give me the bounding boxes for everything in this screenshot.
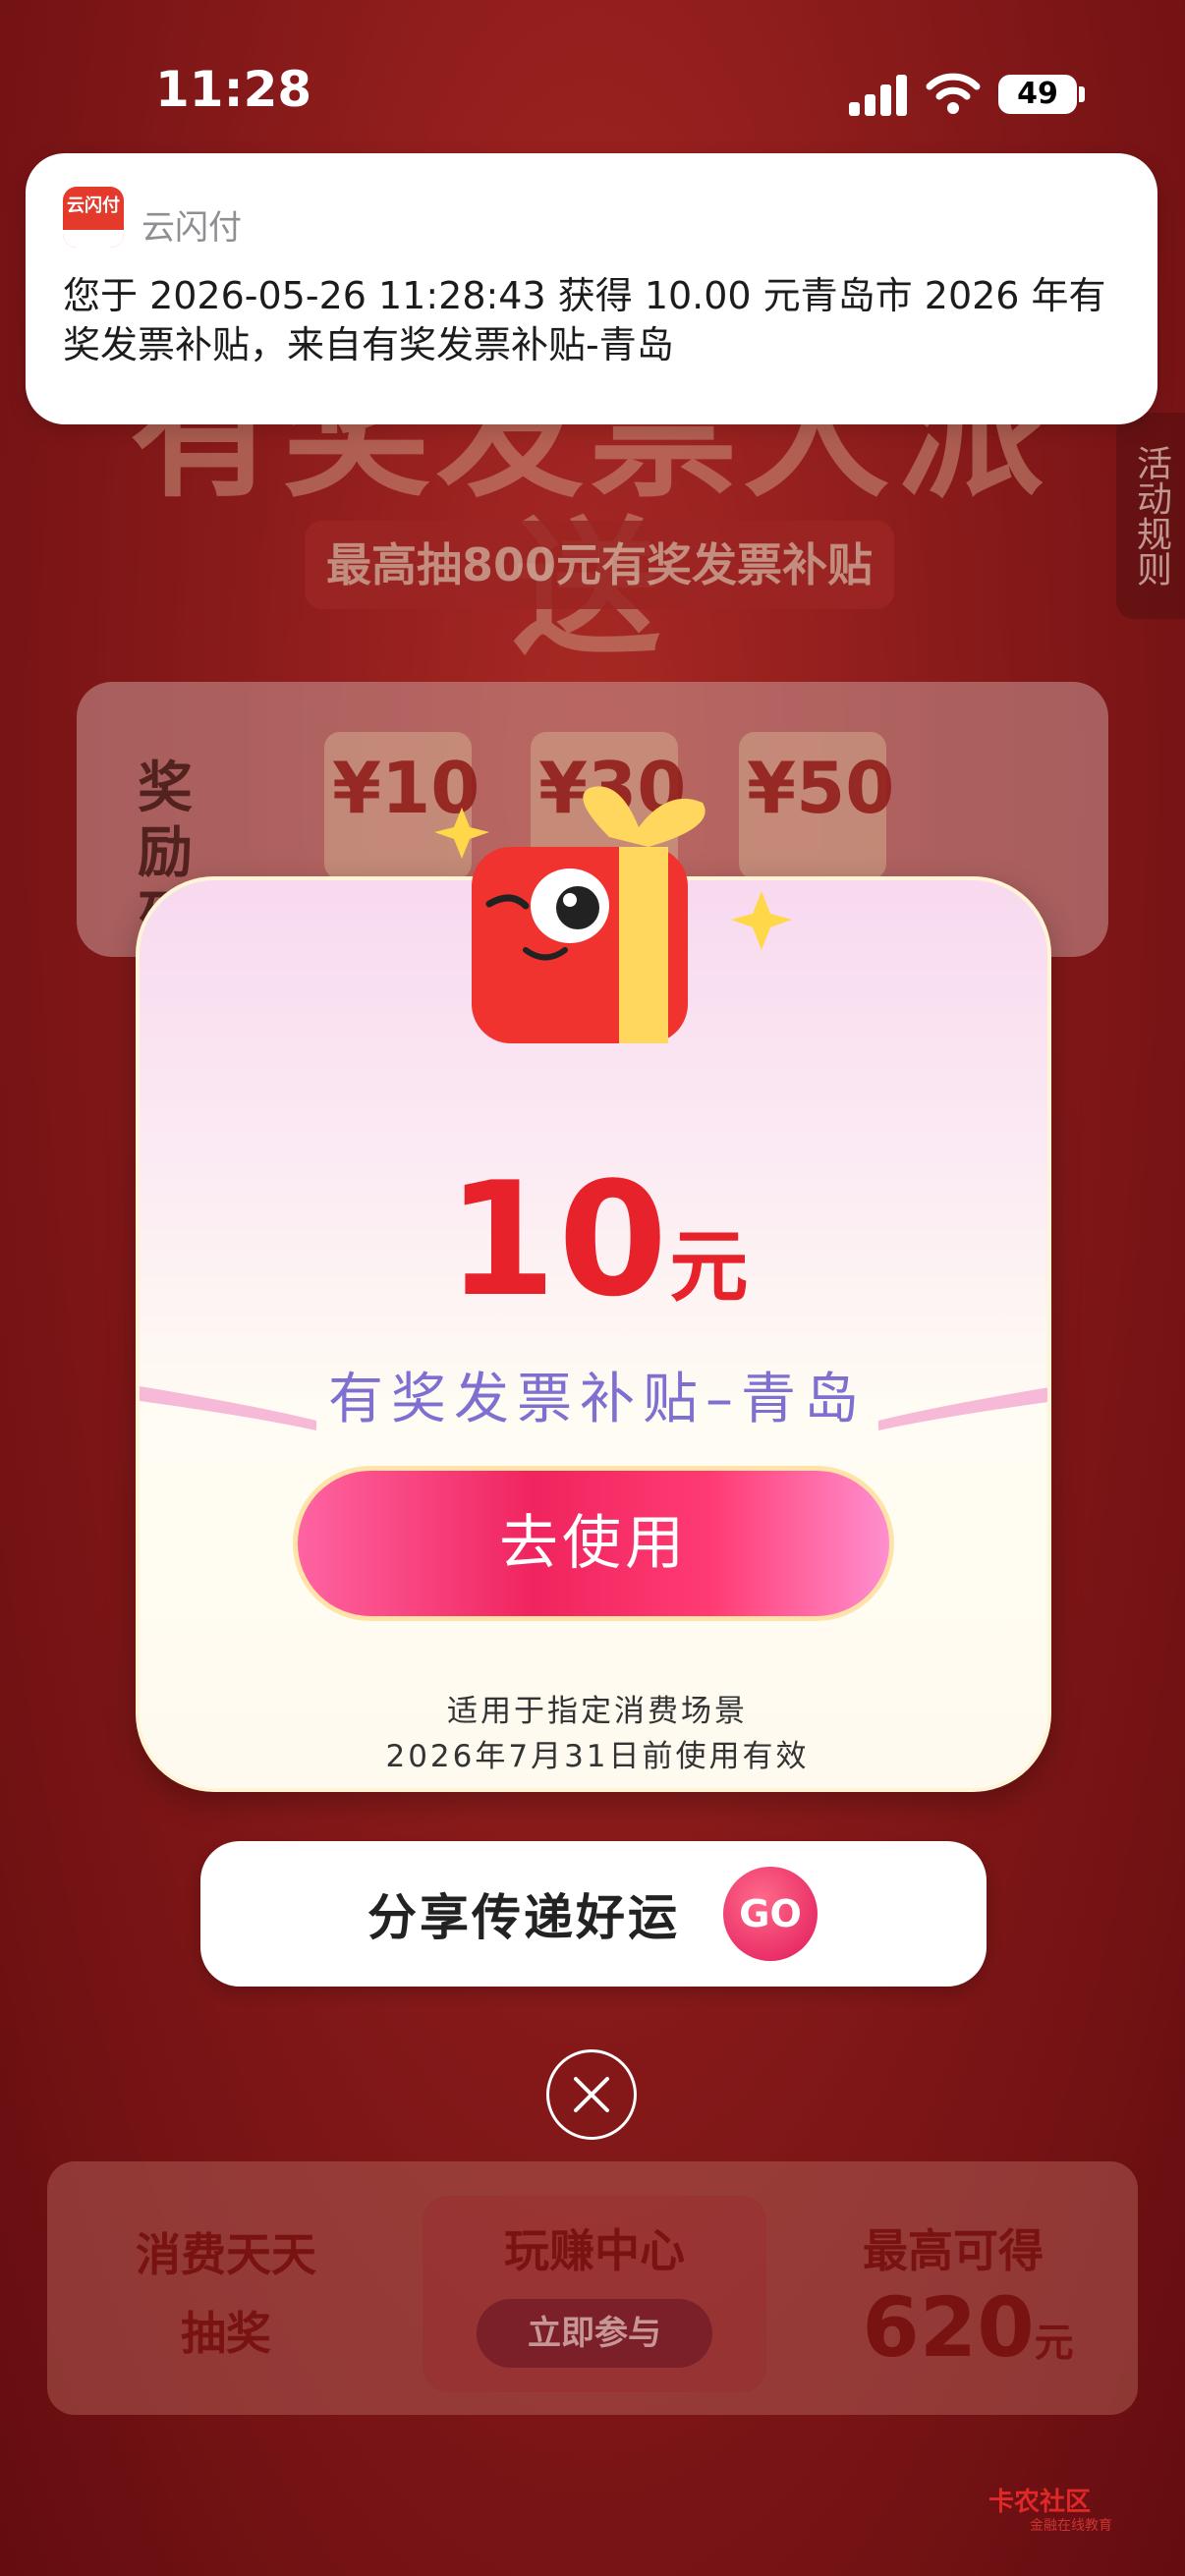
share-label: 分享传递好运 [367,1889,680,1946]
cellular-signal-icon [849,73,908,116]
prize-name: 有奖发票补贴–青岛 [328,1368,867,1431]
status-time: 11:28 [155,61,312,118]
push-notification[interactable]: 云闪付 云闪付 您于 2026-05-26 11:28:43 获得 10.00 … [26,153,1157,424]
usage-scope: 适用于指定消费场景 [447,1694,748,1729]
prize-amount: 10元 [140,1148,1047,1331]
unionpay-app-icon: 云闪付 [63,187,124,248]
activity-page: 有奖发票大派送 最高抽800元有奖发票补贴 活动规则 奖励列表 ¥10 ¥30 … [0,0,1185,2576]
use-now-button[interactable]: 去使用 [293,1466,894,1621]
close-modal-button[interactable] [546,2049,637,2140]
gift-box-mascot-icon [434,786,792,1043]
watermark-logo: 卡农社区 [988,2488,1092,2517]
battery-icon: 49 [998,75,1077,114]
close-icon [574,2077,609,2112]
prize-value: 10 [446,1148,670,1331]
notification-app-name: 云闪付 [141,208,242,248]
prize-unit: 元 [669,1221,749,1313]
go-badge[interactable]: GO [723,1867,818,1961]
wifi-icon [926,73,981,114]
battery-tip [1079,86,1085,102]
validity-date: 2026年7月31日前使用有效 [385,1739,810,1774]
share-luck-button[interactable]: 分享传递好运 GO [200,1841,987,1987]
watermark-subtitle: 金融在线教育 [1030,2518,1112,2534]
notification-message: 您于 2026-05-26 11:28:43 获得 10.00 元青岛市 202… [63,274,1106,366]
app-icon-text: 云闪付 [67,196,120,216]
